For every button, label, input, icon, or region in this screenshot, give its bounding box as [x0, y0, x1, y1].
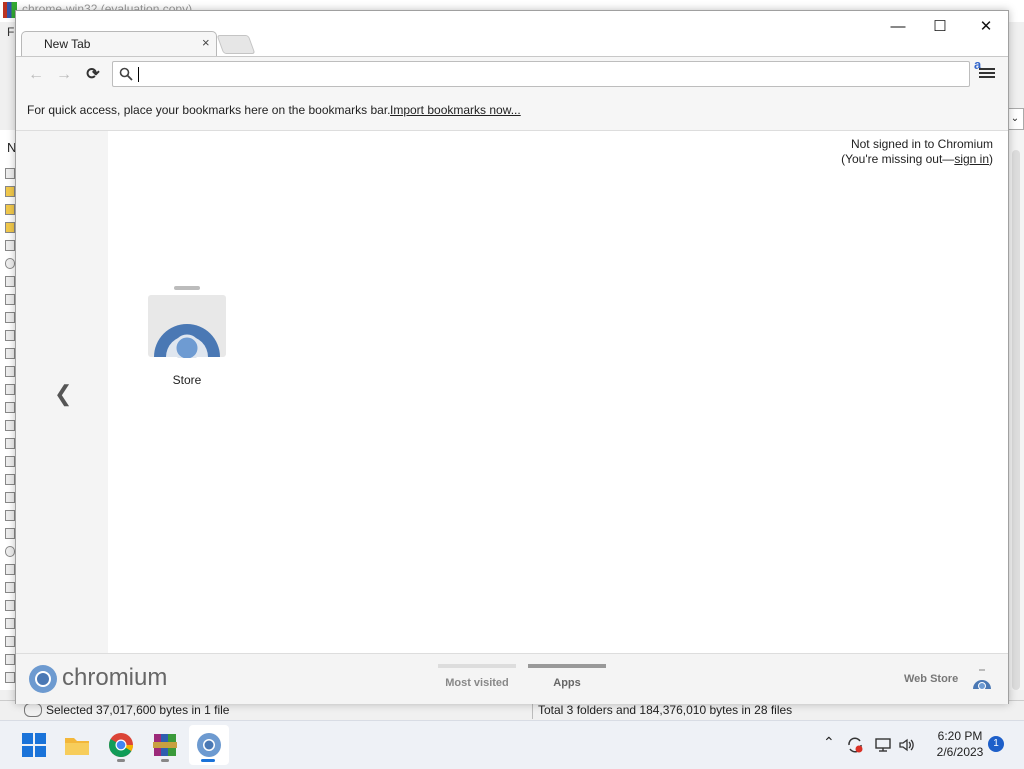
- minimize-button[interactable]: —: [878, 15, 918, 39]
- page-left-pane: ❮: [16, 131, 108, 653]
- web-store-icon: [148, 286, 226, 358]
- folder-icon[interactable]: [5, 186, 15, 197]
- omnibox-input[interactable]: [112, 61, 970, 87]
- clock-date[interactable]: 2/6/2023: [930, 745, 990, 759]
- file-row-icon[interactable]: [5, 384, 15, 395]
- running-indicator: [161, 759, 169, 762]
- chromium-window: New Tab × — ☐ ✕ ← → ⟳ a For quick access…: [15, 10, 1009, 704]
- forward-button[interactable]: →: [53, 65, 75, 85]
- file-row-icon[interactable]: [5, 276, 15, 287]
- file-row-icon[interactable]: [5, 672, 15, 683]
- background-scrollbar[interactable]: [1012, 150, 1020, 690]
- file-row-icon[interactable]: [5, 438, 15, 449]
- search-icon: [119, 67, 133, 81]
- file-row-icon[interactable]: [5, 582, 15, 593]
- tab-indicator: [438, 664, 516, 668]
- chrome-icon[interactable]: [107, 731, 135, 759]
- web-store-small-icon[interactable]: [972, 668, 992, 690]
- clock-time[interactable]: 6:20 PM: [930, 729, 990, 743]
- file-row-icon[interactable]: [5, 312, 15, 323]
- sign-in-link[interactable]: sign in: [954, 152, 989, 166]
- new-tab-button[interactable]: [216, 35, 256, 54]
- folder-icon[interactable]: [5, 204, 15, 215]
- file-row-icon[interactable]: [5, 492, 15, 503]
- taskbar: ⌃ 6:20 PM 2/6/2023 1: [0, 720, 1024, 769]
- previous-page-arrow-icon[interactable]: ❮: [54, 381, 72, 407]
- tab-most-visited[interactable]: Most visited: [438, 664, 516, 689]
- signin-suffix: ): [989, 152, 993, 166]
- file-row-icon[interactable]: [5, 600, 15, 611]
- app-label-store: Store: [172, 373, 202, 387]
- ntp-footer: chromium Most visited Apps Web Store: [16, 653, 1008, 704]
- sync-alert-icon[interactable]: [846, 736, 864, 754]
- network-icon[interactable]: [874, 736, 892, 754]
- tab-apps[interactable]: Apps: [528, 664, 606, 689]
- file-row-icon[interactable]: [5, 528, 15, 539]
- close-window-button[interactable]: ✕: [966, 15, 1006, 39]
- notification-badge[interactable]: 1: [988, 736, 1004, 752]
- signin-prefix: (You're missing out—: [841, 152, 955, 166]
- reload-button[interactable]: ⟳: [82, 65, 104, 85]
- back-button[interactable]: ←: [25, 65, 47, 85]
- file-row-icon[interactable]: [5, 168, 15, 179]
- file-row-icon[interactable]: [5, 330, 15, 341]
- file-row-icon[interactable]: [5, 348, 15, 359]
- chromium-logo-icon: [29, 665, 57, 693]
- file-row-icon[interactable]: [5, 420, 15, 431]
- hamburger-menu-icon[interactable]: [979, 66, 995, 82]
- winrar-icon[interactable]: [151, 731, 179, 759]
- file-row-icon[interactable]: [5, 618, 15, 629]
- file-row-icon[interactable]: [5, 258, 15, 269]
- tab-label: Most visited: [445, 677, 509, 689]
- file-row-icon[interactable]: [5, 546, 15, 557]
- active-indicator: [201, 759, 215, 762]
- file-row-icon[interactable]: [5, 474, 15, 485]
- signin-status: Not signed in to Chromium: [850, 137, 993, 151]
- tab-indicator: [528, 664, 606, 668]
- file-explorer-icon[interactable]: [63, 731, 91, 759]
- app-tile-store[interactable]: Store: [146, 283, 228, 393]
- volume-icon[interactable]: [898, 736, 916, 754]
- status-total-text: Total 3 folders and 184,376,010 bytes in…: [538, 703, 793, 717]
- import-bookmarks-link[interactable]: Import bookmarks now...: [390, 103, 521, 117]
- running-indicator: [117, 759, 125, 762]
- file-row-icon[interactable]: [5, 240, 15, 251]
- tab-strip: New Tab × — ☐ ✕: [16, 11, 1008, 57]
- file-row-icon[interactable]: [5, 366, 15, 377]
- signin-promo: (You're missing out—sign in): [841, 152, 993, 166]
- text-cursor: [138, 67, 139, 82]
- file-row-icon[interactable]: [5, 456, 15, 467]
- status-selected-text: Selected 37,017,600 bytes in 1 file: [46, 703, 230, 717]
- browser-toolbar: ← → ⟳ a: [16, 56, 1008, 93]
- tab-close-icon[interactable]: ×: [202, 35, 210, 50]
- file-row-icon[interactable]: [5, 510, 15, 521]
- folder-icon[interactable]: [5, 222, 15, 233]
- file-row-icon[interactable]: [5, 636, 15, 647]
- web-store-link[interactable]: Web Store: [904, 673, 958, 685]
- bookmarks-hint: For quick access, place your bookmarks h…: [27, 103, 391, 117]
- tab-new-tab[interactable]: New Tab ×: [21, 31, 217, 57]
- tray-overflow-chevron-icon[interactable]: ⌃: [823, 734, 835, 751]
- chromium-icon[interactable]: [195, 731, 223, 759]
- tab-label: Apps: [553, 677, 581, 689]
- windows-start-icon[interactable]: [20, 731, 48, 759]
- file-row-icon[interactable]: [5, 564, 15, 575]
- bookmarks-bar: For quick access, place your bookmarks h…: [16, 92, 1008, 131]
- file-row-icon[interactable]: [5, 402, 15, 413]
- chromium-wordmark: chromium: [62, 664, 168, 691]
- maximize-button[interactable]: ☐: [920, 15, 960, 39]
- file-row-icon[interactable]: [5, 294, 15, 305]
- tab-title: New Tab: [44, 37, 91, 51]
- disk-icon: [24, 703, 42, 717]
- new-tab-page: ❮ Not signed in to Chromium (You're miss…: [16, 131, 1008, 653]
- file-row-icon[interactable]: [5, 654, 15, 665]
